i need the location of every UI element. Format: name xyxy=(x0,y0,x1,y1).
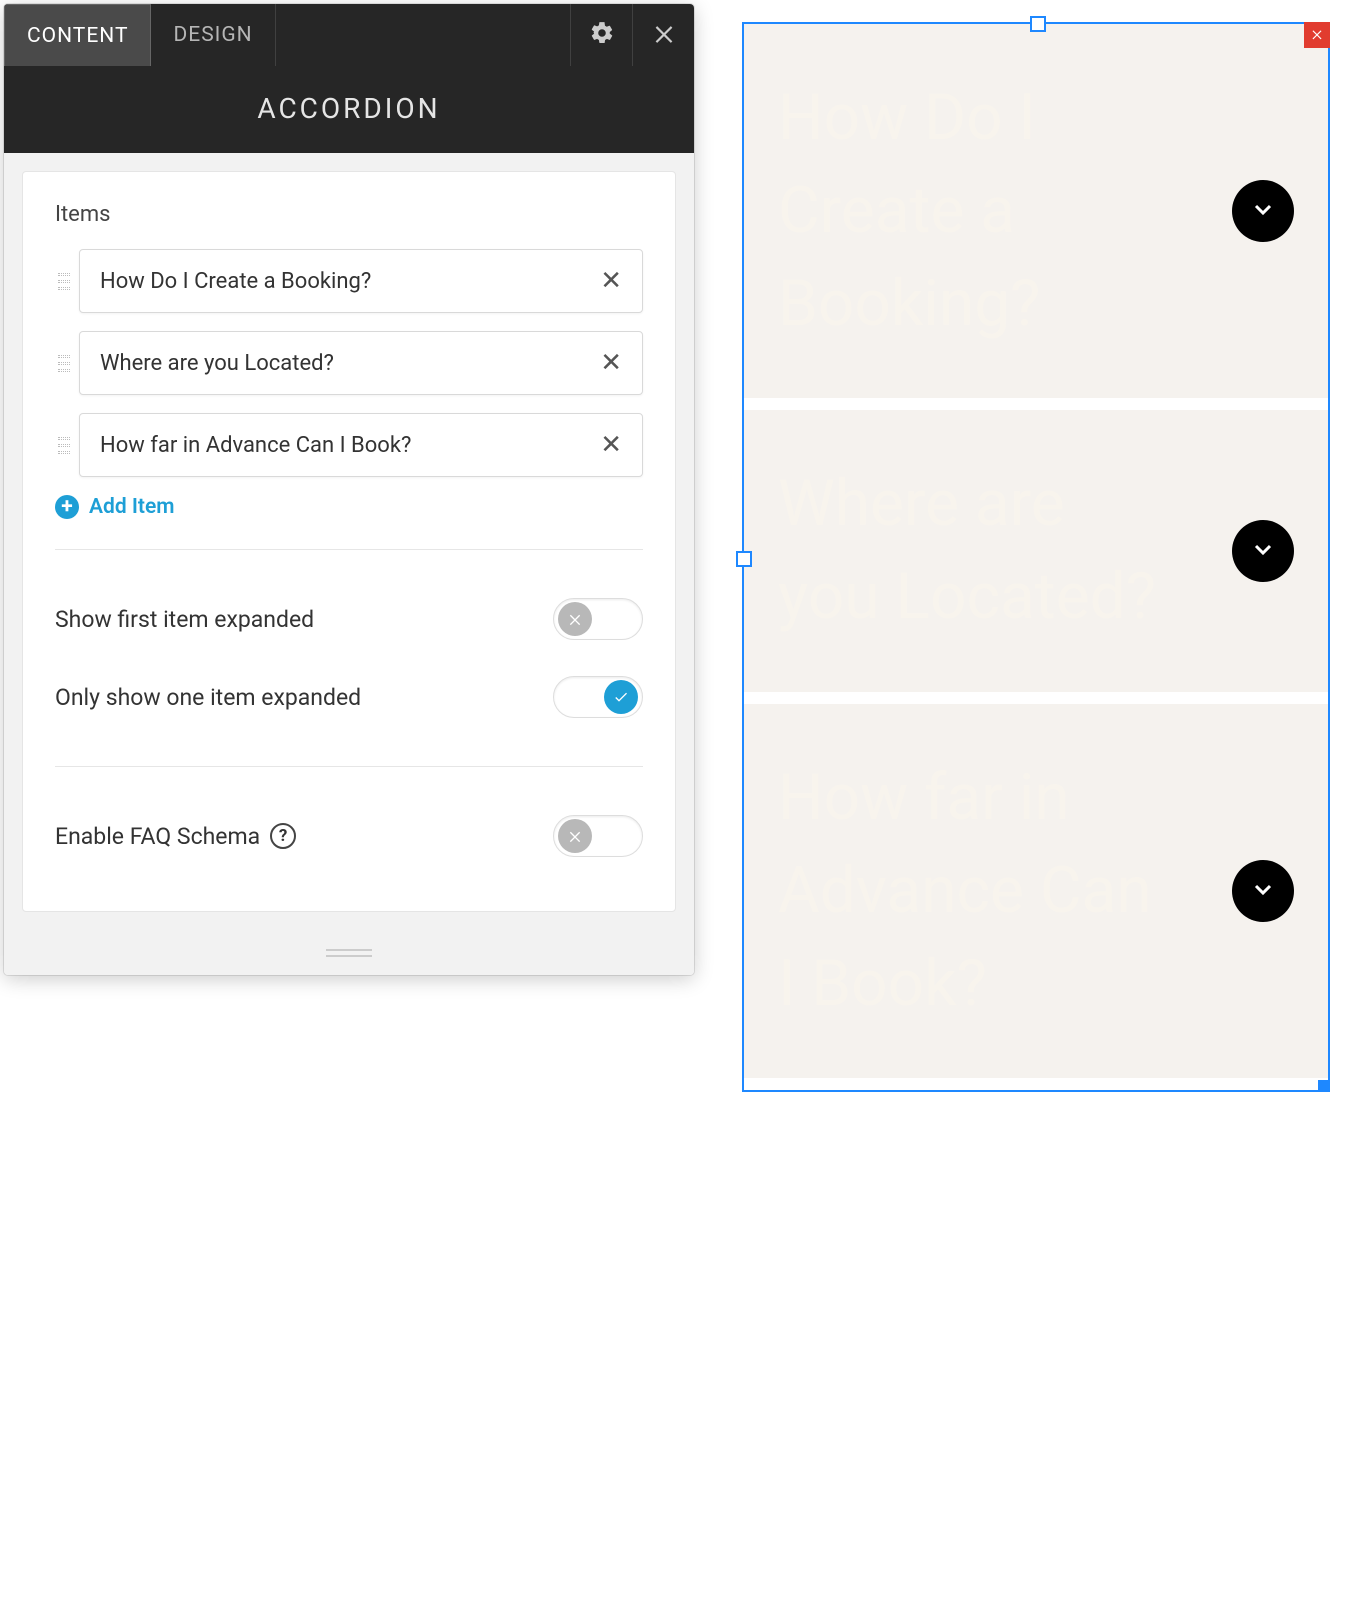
panel-resize-handle[interactable] xyxy=(4,930,694,975)
accordion-title: How far in Advance Can I Book? xyxy=(778,752,1168,1030)
close-icon: ✕ xyxy=(600,348,622,378)
accordion-item-row[interactable]: Where are you Located? ✕ xyxy=(79,331,643,395)
close-icon xyxy=(1310,26,1324,45)
x-icon xyxy=(558,602,592,636)
remove-item-button[interactable]: ✕ xyxy=(600,268,622,294)
accordion-title: How Do I Create a Booking? xyxy=(778,72,1168,350)
close-icon: ✕ xyxy=(600,430,622,460)
expand-button[interactable] xyxy=(1232,520,1294,582)
grip-icon xyxy=(326,949,372,957)
tabs-bar: CONTENT DESIGN xyxy=(4,4,694,66)
accordion-preview-item[interactable]: Where are you Located? xyxy=(744,410,1328,692)
toggle-label-one-expanded: Only show one item expanded xyxy=(55,684,361,711)
items-label: Items xyxy=(55,202,643,227)
resize-handle[interactable] xyxy=(1318,1080,1330,1092)
chevron-down-icon xyxy=(1251,197,1275,225)
accordion-preview-item[interactable]: How far in Advance Can I Book? xyxy=(744,704,1328,1078)
add-item-label: Add Item xyxy=(89,495,175,519)
accordion-preview-item[interactable]: How Do I Create a Booking? xyxy=(744,24,1328,398)
item-title: How Do I Create a Booking? xyxy=(100,269,371,294)
panel-title: ACCORDION xyxy=(4,66,694,153)
accordion-title: Where are you Located? xyxy=(778,458,1168,644)
drag-handle-icon[interactable] xyxy=(55,437,73,454)
remove-element-button[interactable] xyxy=(1304,22,1330,48)
chevron-down-icon xyxy=(1251,877,1275,905)
divider xyxy=(55,766,643,767)
close-icon xyxy=(651,20,677,50)
toggle-one-expanded[interactable] xyxy=(553,676,643,718)
x-icon xyxy=(558,819,592,853)
expand-button[interactable] xyxy=(1232,180,1294,242)
plus-icon: + xyxy=(55,495,79,519)
canvas-selection[interactable]: How Do I Create a Booking? Where are you… xyxy=(742,22,1330,1092)
item-title: How far in Advance Can I Book? xyxy=(100,433,411,458)
drag-handle-icon[interactable] xyxy=(55,273,73,290)
expand-button[interactable] xyxy=(1232,860,1294,922)
settings-button[interactable] xyxy=(570,4,632,66)
close-panel-button[interactable] xyxy=(632,4,694,66)
toggle-faq-schema[interactable] xyxy=(553,815,643,857)
accordion-item-row[interactable]: How Do I Create a Booking? ✕ xyxy=(79,249,643,313)
remove-item-button[interactable]: ✕ xyxy=(600,432,622,458)
add-item-button[interactable]: + Add Item xyxy=(55,495,643,519)
toggle-label-faq-schema: Enable FAQ Schema ? xyxy=(55,823,296,850)
help-icon[interactable]: ? xyxy=(270,823,296,849)
toggle-label-first-expanded: Show first item expanded xyxy=(55,606,314,633)
tab-design[interactable]: DESIGN xyxy=(151,4,275,66)
item-title: Where are you Located? xyxy=(100,351,334,376)
divider xyxy=(55,549,643,550)
settings-panel: CONTENT DESIGN ACCORDION Items How Do I … xyxy=(4,4,694,975)
gear-icon xyxy=(589,20,615,50)
content-section: Items How Do I Create a Booking? ✕ Where… xyxy=(22,171,676,912)
tab-content[interactable]: CONTENT xyxy=(4,4,151,66)
chevron-down-icon xyxy=(1251,537,1275,565)
check-icon xyxy=(604,680,638,714)
toggle-first-expanded[interactable] xyxy=(553,598,643,640)
drag-handle-icon[interactable] xyxy=(55,355,73,372)
accordion-item-row[interactable]: How far in Advance Can I Book? ✕ xyxy=(79,413,643,477)
remove-item-button[interactable]: ✕ xyxy=(600,350,622,376)
close-icon: ✕ xyxy=(600,266,622,296)
